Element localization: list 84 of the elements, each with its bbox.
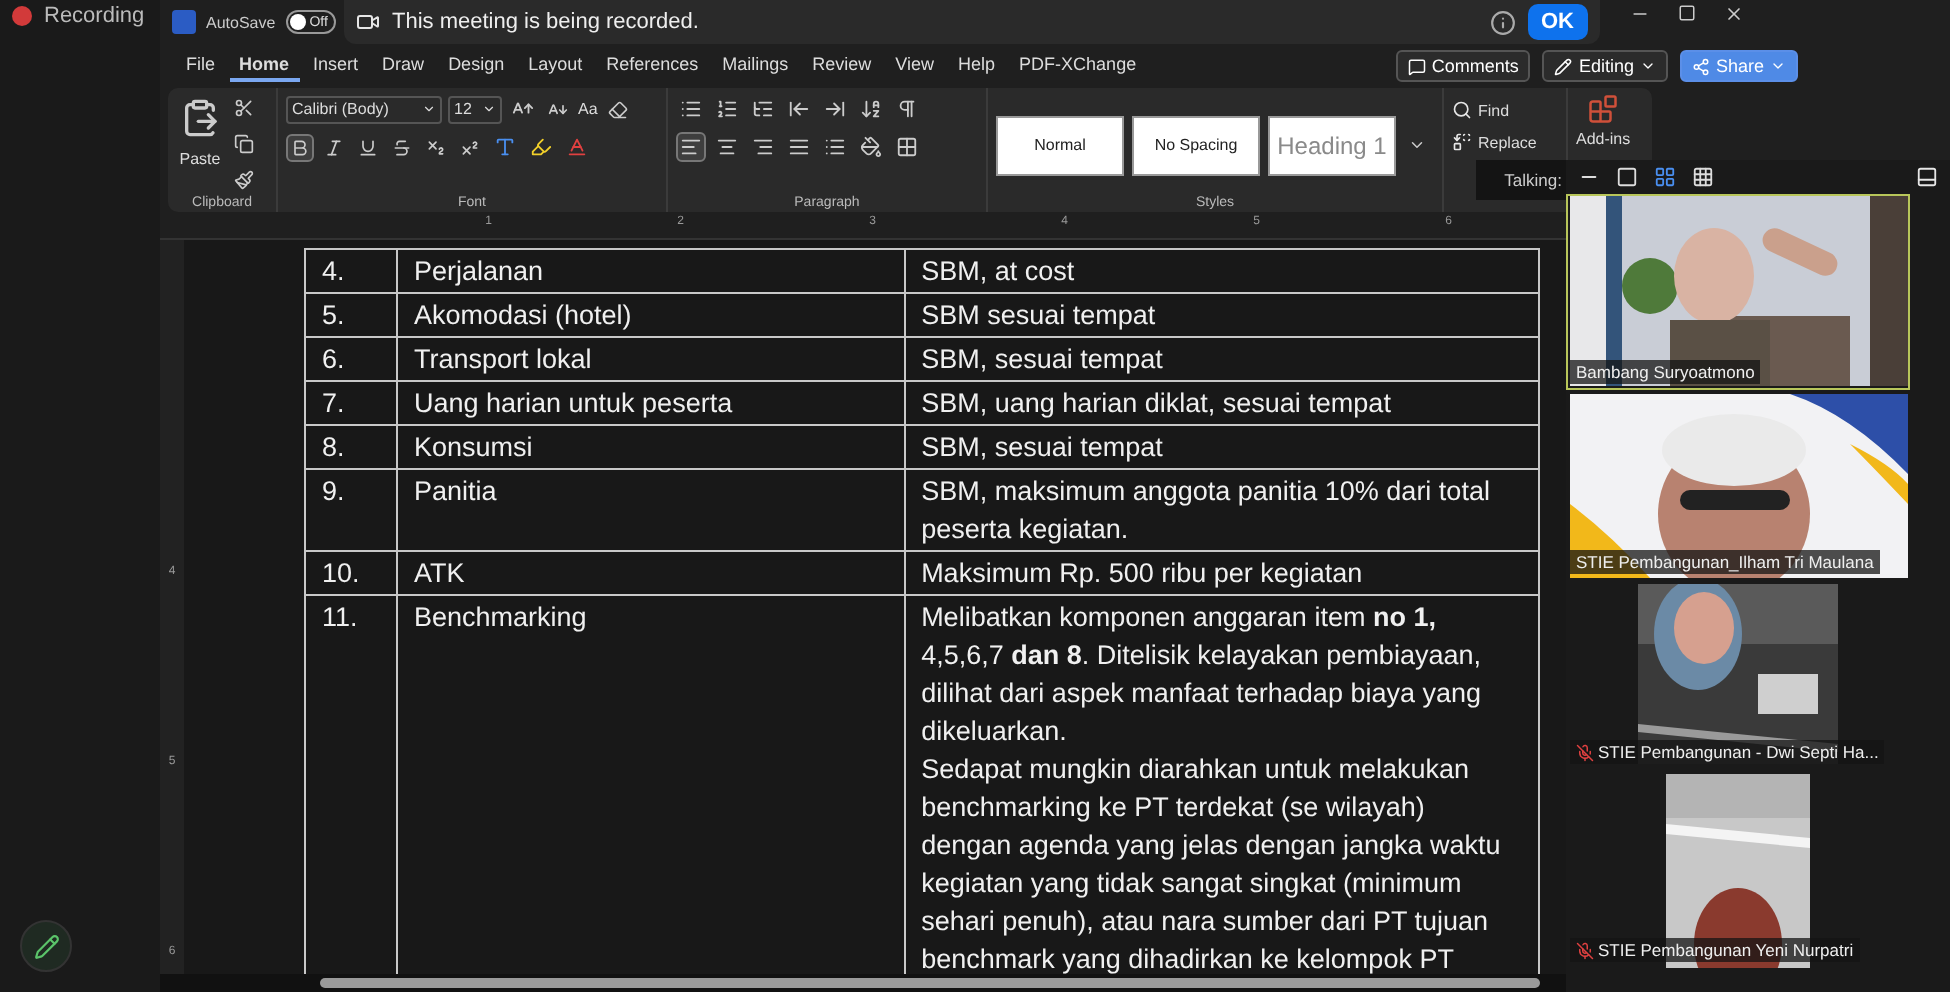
description-text: SBM, uang harian diklat, sesuai tempat: [921, 386, 1393, 422]
ribbon-tab[interactable]: References: [596, 50, 709, 82]
dropdown-icon: [482, 102, 496, 116]
add-ins-icon: [1588, 94, 1619, 124]
banner-text: This meeting is being recorded.: [392, 10, 699, 34]
description-text: Maksimum Rp. 500 ribu per kegiatan: [921, 556, 1365, 592]
brush-icon[interactable]: [230, 166, 258, 194]
number-cell: 4.: [305, 249, 397, 293]
replace-button[interactable]: Replace: [1478, 133, 1537, 151]
participant-name: STIE Pembangunan_Ilham Tri Maulana: [1570, 550, 1880, 574]
ribbon-tab[interactable]: Layout: [518, 50, 593, 82]
borders-icon[interactable]: [892, 132, 922, 162]
style-option[interactable]: Normal: [996, 115, 1124, 175]
number-cell: 6.: [305, 337, 397, 381]
change-case-button[interactable]: Aa: [578, 100, 598, 118]
item-cell: Panitia: [396, 469, 905, 551]
ribbon-tab[interactable]: Mailings: [712, 50, 799, 82]
number-cell: 7.: [305, 381, 397, 425]
gallery-view-icon[interactable]: [1654, 165, 1676, 187]
ribbon-tab[interactable]: Design: [438, 50, 515, 82]
ok-button[interactable]: OK: [1527, 4, 1588, 40]
number-cell: 5.: [305, 293, 397, 337]
strip-view-icon[interactable]: [1616, 165, 1638, 187]
number-cell: 10.: [305, 551, 397, 595]
ribbon-tab[interactable]: View: [885, 50, 945, 82]
copy-icon[interactable]: [230, 130, 258, 158]
dropdown-icon: [422, 102, 436, 116]
number-cell: 9.: [305, 469, 397, 551]
video-icon: [356, 10, 380, 34]
annotate-button[interactable]: [20, 920, 72, 972]
description-text: SBM, sesuai tempat: [921, 342, 1165, 378]
ribbon-tab[interactable]: Draw: [372, 50, 435, 82]
talking-label: Talking:: [1504, 170, 1562, 190]
pencil-icon: [33, 933, 59, 959]
style-option[interactable]: No Spacing: [1132, 115, 1260, 175]
word-icon: [172, 10, 196, 34]
ribbon-tab[interactable]: Review: [802, 50, 882, 82]
ribbon-tab[interactable]: Home: [229, 50, 300, 82]
item-cell: Perjalanan: [396, 249, 905, 293]
align-left-icon[interactable]: [676, 132, 706, 162]
grid-view-icon[interactable]: [1692, 165, 1714, 187]
close-icon[interactable]: [1724, 4, 1744, 24]
description-text: SBM sesuai tempat: [921, 298, 1158, 334]
item-cell: Konsumsi: [396, 425, 905, 469]
comments-button[interactable]: Comments: [1395, 50, 1531, 82]
ribbon-tab[interactable]: File: [176, 50, 226, 82]
participant-name: STIE Pembangunan - Dwi Septi Ha...: [1570, 740, 1885, 764]
scrollbar-thumb[interactable]: [320, 978, 1540, 988]
description-text: SBM, maksimum anggota panitia 10% dari total peserta kegiatan.: [921, 474, 1492, 548]
ribbon-tab[interactable]: PDF-XChange: [1009, 50, 1147, 82]
recording-icon: [12, 6, 32, 26]
participant-name: STIE Pembangunan Yeni Nurpatri: [1570, 938, 1860, 962]
ribbon-tab[interactable]: Insert: [303, 50, 369, 82]
find-button[interactable]: Find: [1478, 101, 1510, 119]
replace-icon: [1452, 132, 1472, 152]
search-icon: [1452, 100, 1472, 120]
participant-name: Bambang Suryoatmono: [1570, 360, 1761, 384]
item-cell: ATK: [396, 551, 905, 595]
item-cell: Uang harian untuk peserta: [396, 381, 905, 425]
comment-icon: [1407, 57, 1426, 75]
pencil-icon: [1554, 57, 1573, 75]
number-cell: 8.: [305, 425, 397, 469]
description-text: SBM, sesuai tempat: [921, 430, 1165, 466]
restore-icon[interactable]: [1678, 4, 1696, 22]
bold-icon[interactable]: [286, 133, 314, 161]
item-cell: Akomodasi (hotel): [396, 293, 905, 337]
description-text: Melibatkan komponen anggaran item no 1, 4,5,6,7 dan 8. Ditelisik kelayakan pembiayaan, dilihat dari aspek manfaat terhadap biaya yang dikeluarkan.: [921, 600, 1483, 750]
recording-label: Recording: [44, 4, 145, 28]
description-text: Sedapat mungkin diarahkan untuk melakukan benchmarking ke PT terdekat (se wilayah) dengan agenda yang jelas dengan jangka waktu kegiatan yang tidak sangat singkat (minimum sehari penuh), atau nara sumber dari PT tujuan benchmark yang dihadirkan ke kelompok PT: [921, 752, 1503, 974]
shading-icon[interactable]: [856, 132, 886, 162]
dropdown-icon: [1639, 58, 1656, 74]
description-text: SBM, at cost: [921, 254, 1077, 290]
share-icon: [1691, 57, 1710, 75]
panel-layout-icon[interactable]: [1916, 165, 1938, 187]
add-ins-button[interactable]: Add-ins: [1576, 130, 1631, 148]
font-name-field[interactable]: Calibri (Body): [286, 95, 442, 123]
autosave-label: AutoSave: [206, 13, 276, 31]
item-cell: Transport lokal: [396, 337, 905, 381]
dropdown-icon: [1770, 58, 1786, 74]
font-size-field[interactable]: 12: [448, 95, 502, 123]
info-icon[interactable]: [1489, 9, 1515, 35]
editing-button[interactable]: Editing: [1542, 50, 1668, 82]
ribbon-tab[interactable]: Help: [948, 50, 1006, 82]
paste-label[interactable]: Paste: [179, 150, 221, 168]
